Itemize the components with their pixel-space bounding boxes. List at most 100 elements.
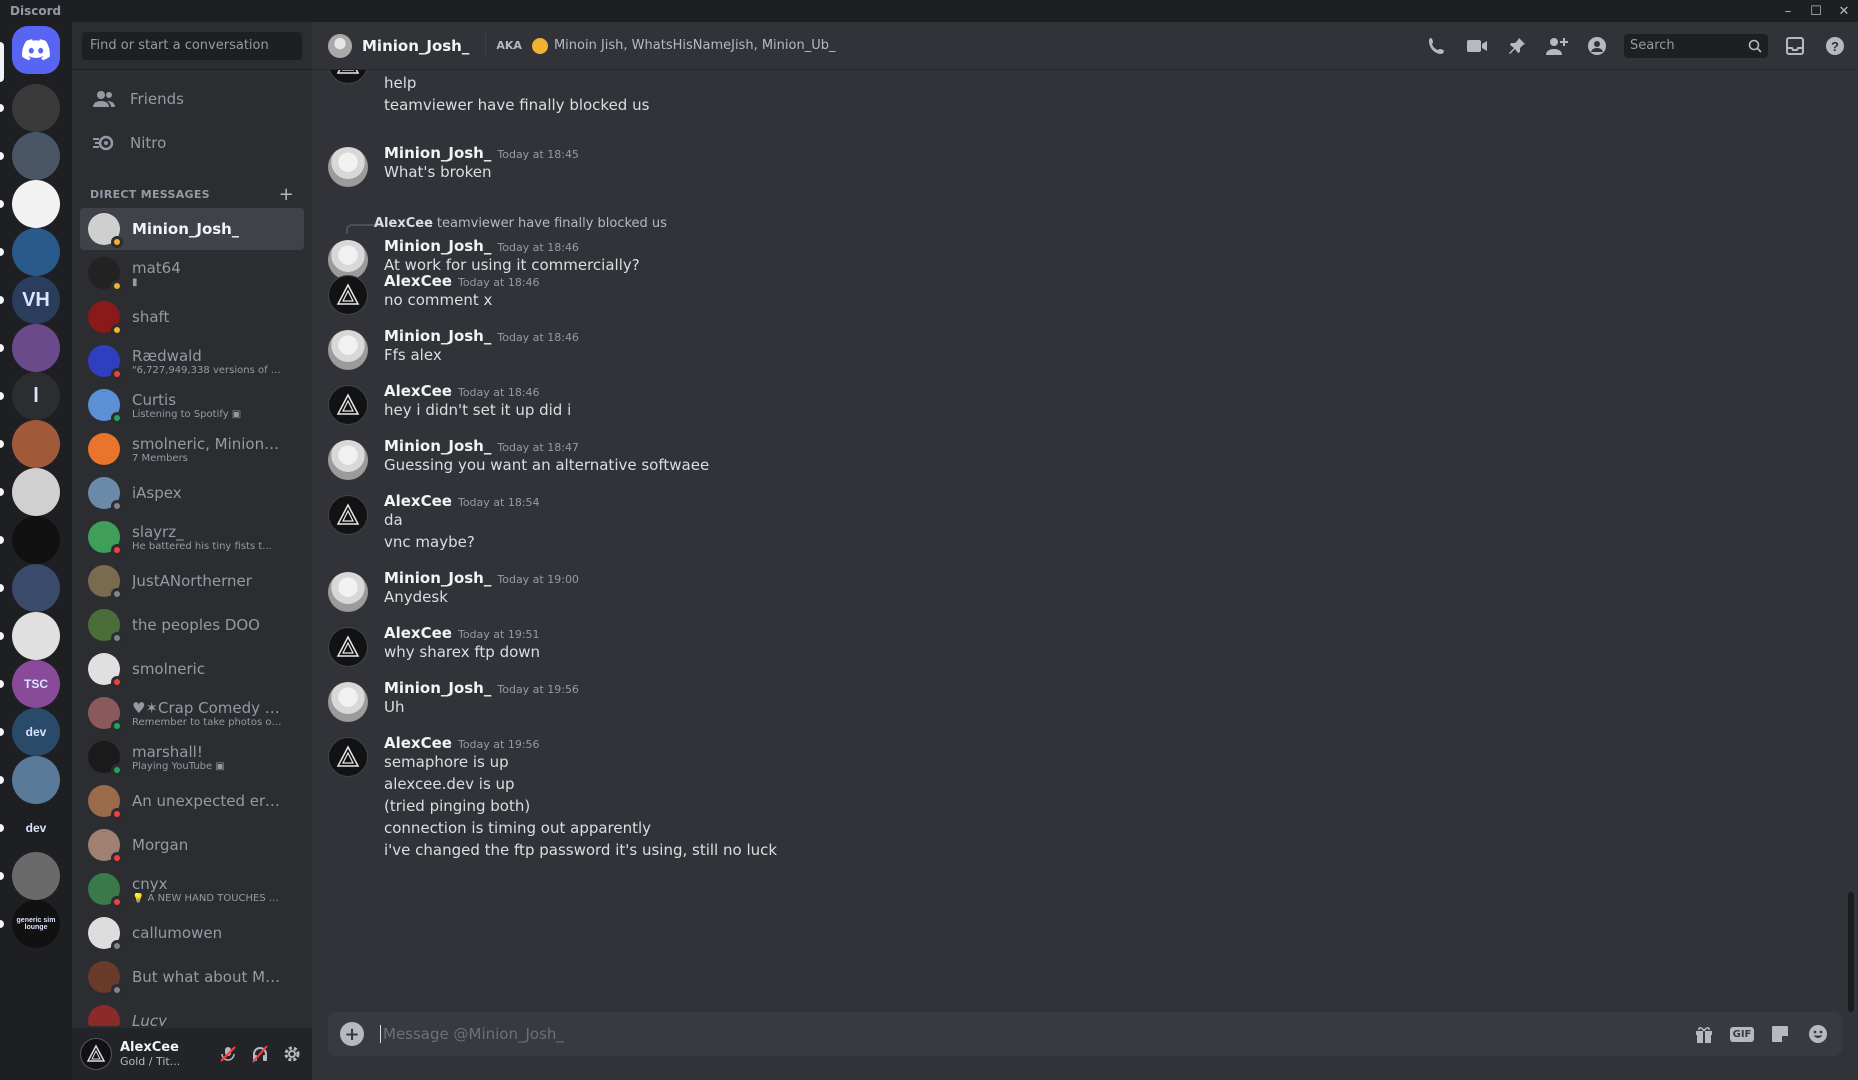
status-indicator: [111, 236, 123, 248]
message-avatar[interactable]: [328, 240, 368, 280]
dm-item[interactable]: Morgan: [80, 824, 304, 866]
server-icon-label: dev: [25, 725, 47, 739]
message-author[interactable]: Minion_Josh_: [384, 569, 491, 587]
message-author[interactable]: AlexCee: [384, 624, 452, 642]
message-avatar[interactable]: [328, 147, 368, 187]
unread-indicator: [0, 872, 4, 880]
nav-friends[interactable]: Friends: [80, 78, 304, 120]
dm-section-title: DIRECT MESSAGES: [90, 188, 210, 201]
dm-item[interactable]: But what about Mirab...: [80, 956, 304, 998]
dm-item[interactable]: smolneric: [80, 648, 304, 690]
minimize-button[interactable]: –: [1774, 0, 1802, 22]
dm-meta: An unexpected error ...: [132, 792, 282, 810]
mute-icon[interactable]: [216, 1042, 240, 1066]
deafen-icon[interactable]: [248, 1042, 272, 1066]
server-icon[interactable]: [12, 852, 60, 900]
message-avatar[interactable]: [328, 330, 368, 370]
pin-icon[interactable]: [1504, 33, 1530, 59]
server-icon[interactable]: [12, 84, 60, 132]
message-avatar[interactable]: [328, 440, 368, 480]
voice-call-icon[interactable]: [1424, 33, 1450, 59]
add-attachment-button[interactable]: +: [340, 1022, 364, 1046]
nav-nitro[interactable]: Nitro: [80, 122, 304, 164]
add-friend-icon[interactable]: [1544, 33, 1570, 59]
emoji-icon[interactable]: [1806, 1022, 1830, 1046]
dm-item[interactable]: JustANortherner: [80, 560, 304, 602]
dm-avatar: [88, 829, 123, 864]
message-avatar[interactable]: [328, 385, 368, 425]
server-icon[interactable]: [12, 516, 60, 564]
server-icon[interactable]: [12, 564, 60, 612]
server-icon[interactable]: dev: [12, 804, 60, 852]
dm-item[interactable]: cnyx 💡 A NEW HAND TOUCHES T...: [80, 868, 304, 910]
message-author[interactable]: Minion_Josh_: [384, 437, 491, 455]
sticker-icon[interactable]: [1768, 1022, 1792, 1046]
help-icon[interactable]: ?: [1822, 33, 1848, 59]
dm-item[interactable]: shaft: [80, 296, 304, 338]
server-icon[interactable]: [12, 324, 60, 372]
message-author[interactable]: AlexCee: [384, 492, 452, 510]
conversation-search-input[interactable]: Find or start a conversation: [82, 32, 302, 60]
dm-item[interactable]: An unexpected error ...: [80, 780, 304, 822]
message-avatar[interactable]: [328, 572, 368, 612]
server-icon[interactable]: l: [12, 372, 60, 420]
close-button[interactable]: ✕: [1830, 0, 1858, 22]
header-avatar[interactable]: [328, 33, 352, 58]
message-author[interactable]: AlexCee: [384, 272, 452, 290]
server-icon[interactable]: TSC: [12, 660, 60, 708]
dm-item[interactable]: iAspex: [80, 472, 304, 514]
dm-item[interactable]: marshall! Playing YouTube ▣: [80, 736, 304, 778]
message-timestamp: Today at 18:46: [497, 241, 579, 254]
dm-item[interactable]: Curtis Listening to Spotify ▣: [80, 384, 304, 426]
server-icon[interactable]: [12, 228, 60, 276]
dm-item[interactable]: Rædwald "6,727,949,338 versions of us ...: [80, 340, 304, 382]
reply-preview[interactable]: AlexCee teamviewer have finally blocked u…: [374, 216, 667, 231]
message-author[interactable]: AlexCee: [384, 382, 452, 400]
message-input[interactable]: Message @Minion_Josh_: [380, 1025, 1692, 1043]
server-icon[interactable]: dev: [12, 708, 60, 756]
server-icon[interactable]: generic sim lounge: [12, 900, 60, 948]
message-author[interactable]: Minion_Josh_: [384, 144, 491, 162]
message-avatar[interactable]: [328, 70, 368, 84]
maximize-button[interactable]: ☐: [1802, 0, 1830, 22]
message-author[interactable]: Minion_Josh_: [384, 679, 491, 697]
create-dm-button[interactable]: +: [279, 184, 294, 205]
message-avatar[interactable]: [328, 682, 368, 722]
message-author[interactable]: Minion_Josh_: [384, 237, 491, 255]
gif-icon[interactable]: GIF: [1729, 1022, 1755, 1046]
user-avatar[interactable]: [80, 1038, 112, 1070]
dm-item[interactable]: slayrz_ He battered his tiny fists t...: [80, 516, 304, 558]
home-button[interactable]: [12, 26, 60, 74]
dm-avatar: [88, 521, 123, 556]
server-icon[interactable]: [12, 468, 60, 516]
dm-item[interactable]: the peoples DOO: [80, 604, 304, 646]
dm-item[interactable]: Lucy: [80, 1000, 304, 1026]
message-scrollbar[interactable]: [1848, 892, 1854, 1012]
gift-icon[interactable]: [1692, 1022, 1716, 1046]
dm-item[interactable]: smolneric, Minion_Jo...7 Members: [80, 428, 304, 470]
inbox-icon[interactable]: [1782, 33, 1808, 59]
header-search-input[interactable]: Search: [1624, 33, 1768, 58]
user-profile-icon[interactable]: [1584, 33, 1610, 59]
dm-item[interactable]: mat64 ▮: [80, 252, 304, 294]
server-icon[interactable]: VH: [12, 276, 60, 324]
dm-item[interactable]: callumowen: [80, 912, 304, 954]
message-author[interactable]: Minion_Josh_: [384, 327, 491, 345]
server-icon[interactable]: [12, 132, 60, 180]
header-username[interactable]: Minion_Josh_: [362, 37, 469, 55]
message-author[interactable]: AlexCee: [384, 734, 452, 752]
dm-item[interactable]: Minion_Josh_: [80, 208, 304, 250]
server-icon[interactable]: [12, 756, 60, 804]
chat-header: Minion_Josh_ AKA Minoin Jish, WhatsHisNa…: [312, 22, 1858, 70]
server-icon[interactable]: [12, 180, 60, 228]
dm-item[interactable]: ♥✶Crap Comedy Que...Remember to take pho…: [80, 692, 304, 734]
message-avatar[interactable]: [328, 737, 368, 777]
server-icon[interactable]: [12, 612, 60, 660]
message-avatar[interactable]: [328, 275, 368, 315]
settings-gear-icon[interactable]: [280, 1042, 304, 1066]
dm-name: callumowen: [132, 924, 223, 942]
server-icon[interactable]: [12, 420, 60, 468]
message-avatar[interactable]: [328, 495, 368, 535]
message-avatar[interactable]: [328, 627, 368, 667]
video-call-icon[interactable]: [1464, 33, 1490, 59]
